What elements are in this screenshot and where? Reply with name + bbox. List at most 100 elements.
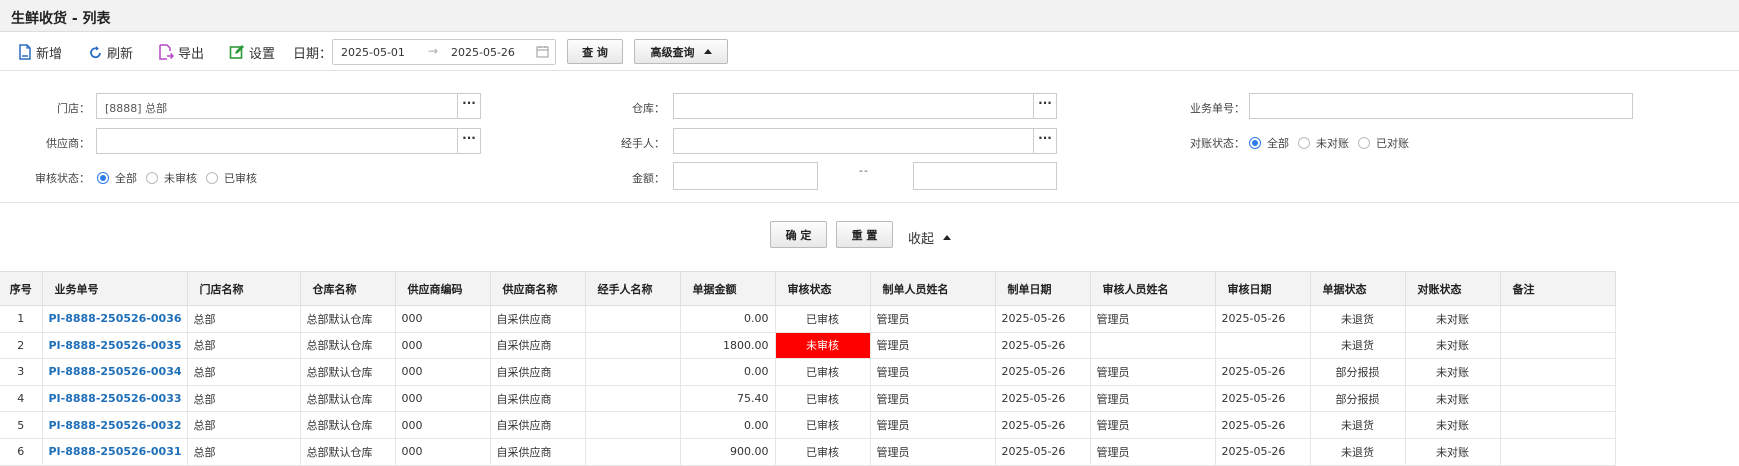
new-file-icon xyxy=(19,44,31,60)
column-header[interactable]: 仓库名称 xyxy=(300,271,396,306)
table-cell: 自采供应商 xyxy=(490,385,586,413)
export-button[interactable]: 导出 xyxy=(158,42,204,62)
business-number-field[interactable] xyxy=(1249,93,1633,119)
query-label: 查 询 xyxy=(582,45,608,59)
column-header[interactable]: 备注 xyxy=(1500,271,1616,306)
warehouse-field[interactable]: ··· xyxy=(673,93,1057,119)
table-cell: 0.00 xyxy=(680,358,776,386)
table-cell: 000 xyxy=(395,385,491,413)
table-row[interactable]: 5 PI-8888-250526-0032 总部 总部默认仓库 000 自采供应商 0.00… xyxy=(0,411,1616,439)
table-cell[interactable]: PI-8888-250526-0035 xyxy=(42,332,188,360)
table-cell: 已审核 xyxy=(775,305,871,333)
table-cell[interactable]: PI-8888-250526-0036 xyxy=(42,305,188,333)
query-button[interactable]: 查 询 xyxy=(567,39,623,64)
table-row[interactable]: 1 PI-8888-250526-0036 总部 总部默认仓库 000 自采供应商 0.00… xyxy=(0,305,1616,333)
column-header[interactable]: 对账状态 xyxy=(1405,271,1501,306)
audit-option-all[interactable]: 全部 xyxy=(97,170,137,186)
table-cell xyxy=(1500,332,1616,360)
collapse-toggle[interactable]: 收起 xyxy=(908,228,952,247)
radio-unchecked-icon xyxy=(1298,137,1310,149)
table-cell: 未退货 xyxy=(1310,305,1406,333)
store-picker-button[interactable]: ··· xyxy=(457,94,480,118)
column-header[interactable]: 审核人员姓名 xyxy=(1090,271,1216,306)
settings-button[interactable]: 设置 xyxy=(229,42,275,62)
amount-min-field[interactable] xyxy=(673,162,818,190)
receipt-table: 序号 业务单号 门店名称 仓库名称 供应商编码 供应商名称 经手人名称 单据金额… xyxy=(0,271,1616,466)
table-row[interactable]: 3 PI-8888-250526-0034 总部 总部默认仓库 000 自采供应商 0.00… xyxy=(0,358,1616,386)
column-header[interactable]: 业务单号 xyxy=(42,271,188,306)
export-icon xyxy=(159,44,174,60)
table-cell: 未对账 xyxy=(1405,305,1501,333)
refresh-button[interactable]: 刷新 xyxy=(89,42,133,62)
handler-field[interactable]: ··· xyxy=(673,128,1057,154)
table-cell: 5 xyxy=(0,411,43,439)
calendar-icon[interactable] xyxy=(536,45,549,58)
table-cell xyxy=(585,358,681,386)
column-header[interactable]: 供应商编码 xyxy=(395,271,491,306)
column-header[interactable]: 门店名称 xyxy=(187,271,301,306)
reconcile-option-reconciled[interactable]: 已对账 xyxy=(1358,135,1409,151)
radio-checked-icon xyxy=(97,172,109,184)
confirm-button[interactable]: 确 定 xyxy=(770,221,827,248)
reconcile-option-unreconciled[interactable]: 未对账 xyxy=(1298,135,1349,151)
table-cell: 总部 xyxy=(187,332,301,360)
column-header[interactable]: 经手人名称 xyxy=(585,271,681,306)
supplier-field[interactable]: ··· xyxy=(96,128,481,154)
table-cell: 900.00 xyxy=(680,438,776,466)
table-cell[interactable]: PI-8888-250526-0033 xyxy=(42,385,188,413)
table-cell: 未退货 xyxy=(1310,438,1406,466)
table-cell: 未对账 xyxy=(1405,438,1501,466)
date-from[interactable]: 2025-05-01 xyxy=(341,46,405,59)
column-header[interactable]: 制单日期 xyxy=(995,271,1091,306)
settings-label: 设置 xyxy=(249,46,276,62)
reset-button[interactable]: 重 置 xyxy=(836,221,893,248)
store-label: 门店： xyxy=(57,102,90,115)
column-header[interactable]: 单据状态 xyxy=(1310,271,1406,306)
reconcile-option-all[interactable]: 全部 xyxy=(1249,135,1289,151)
audit-option-label: 已审核 xyxy=(224,172,257,185)
reconcile-status-radio-group: 全部 未对账 已对账 xyxy=(1249,135,1418,151)
warehouse-picker-button[interactable]: ··· xyxy=(1033,94,1056,118)
table-cell: 自采供应商 xyxy=(490,438,586,466)
date-range-picker[interactable]: 2025-05-01 → 2025-05-26 xyxy=(332,39,556,65)
date-to[interactable]: 2025-05-26 xyxy=(451,46,515,59)
store-field[interactable]: [8888] 总部 ··· xyxy=(96,93,481,119)
table-cell[interactable]: PI-8888-250526-0031 xyxy=(42,438,188,466)
column-header[interactable]: 单据金额 xyxy=(680,271,776,306)
table-cell: 3 xyxy=(0,358,43,386)
table-cell: 2025-05-26 xyxy=(995,385,1091,413)
supplier-picker-button[interactable]: ··· xyxy=(457,129,480,153)
date-label: 日期： xyxy=(293,47,333,62)
page-title: 生鲜收货 - 列表 xyxy=(11,11,111,27)
column-header[interactable]: 制单人员姓名 xyxy=(870,271,996,306)
radio-unchecked-icon xyxy=(206,172,218,184)
table-cell: 管理员 xyxy=(1090,385,1216,413)
column-header[interactable]: 供应商名称 xyxy=(490,271,586,306)
table-row[interactable]: 2 PI-8888-250526-0035 总部 总部默认仓库 000 自采供应商 1800… xyxy=(0,332,1616,360)
advanced-filter-panel: 门店： [8888] 总部 ··· 供应商： ··· 审核状态： 全部 未审核 … xyxy=(0,72,1739,203)
handler-picker-button[interactable]: ··· xyxy=(1033,129,1056,153)
table-cell: 0.00 xyxy=(680,411,776,439)
advanced-query-button[interactable]: 高级查询 xyxy=(634,39,728,64)
table-row[interactable]: 6 PI-8888-250526-0031 总部 总部默认仓库 000 自采供应商 900.… xyxy=(0,438,1616,466)
table-row[interactable]: 4 PI-8888-250526-0033 总部 总部默认仓库 000 自采供应商 75.4… xyxy=(0,385,1616,413)
table-cell[interactable]: PI-8888-250526-0032 xyxy=(42,411,188,439)
handler-label: 经手人： xyxy=(621,137,665,150)
audit-option-audited[interactable]: 已审核 xyxy=(206,170,257,186)
title-bar: 生鲜收货 - 列表 xyxy=(0,0,1739,32)
amount-max-field[interactable] xyxy=(913,162,1057,190)
table-cell[interactable]: PI-8888-250526-0034 xyxy=(42,358,188,386)
confirm-label: 确 定 xyxy=(785,228,812,242)
column-header[interactable]: 序号 xyxy=(0,271,43,306)
refresh-label: 刷新 xyxy=(107,46,134,62)
table-cell: 管理员 xyxy=(1090,358,1216,386)
table-cell: 已审核 xyxy=(775,411,871,439)
table-cell: 未对账 xyxy=(1405,332,1501,360)
table-cell: 总部 xyxy=(187,385,301,413)
table-cell xyxy=(585,438,681,466)
add-button[interactable]: 新增 xyxy=(18,42,62,62)
table-cell: 未退货 xyxy=(1310,411,1406,439)
column-header[interactable]: 审核状态 xyxy=(775,271,871,306)
column-header[interactable]: 审核日期 xyxy=(1215,271,1311,306)
audit-option-unaudited[interactable]: 未审核 xyxy=(146,170,197,186)
